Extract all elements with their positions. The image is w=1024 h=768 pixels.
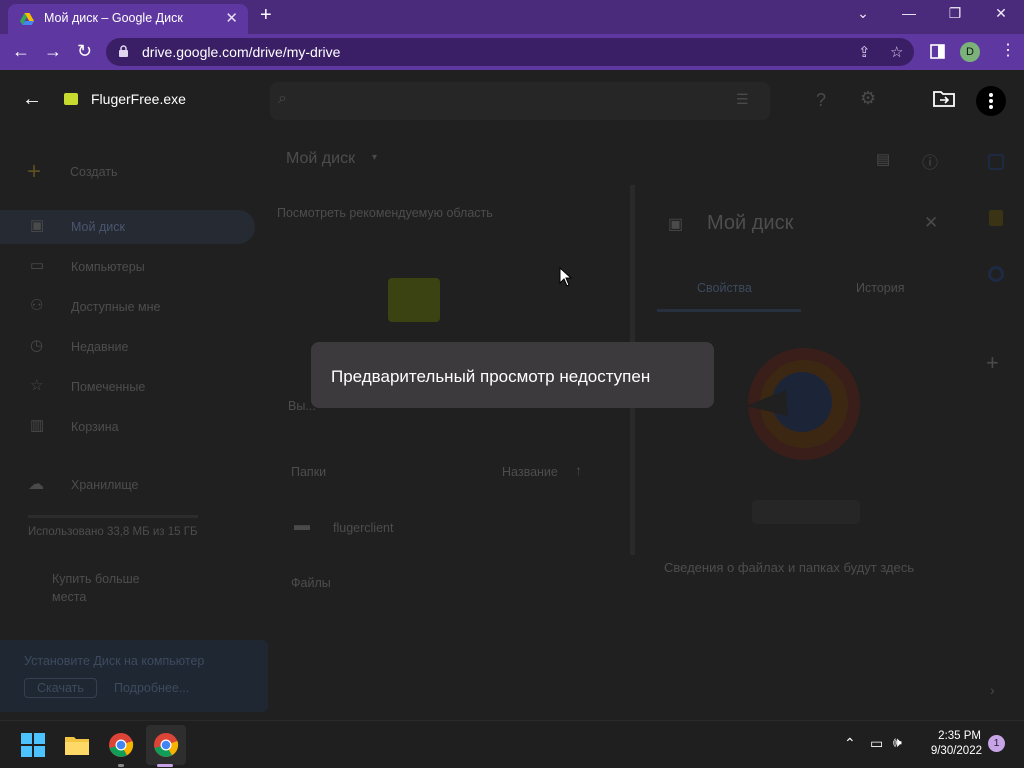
forward-icon[interactable]: →	[44, 41, 62, 62]
sort-by-name[interactable]: Название	[502, 465, 558, 479]
tab-properties[interactable]: Свойства	[697, 281, 752, 295]
tab-title: Мой диск – Google Диск	[44, 11, 183, 25]
reload-icon[interactable]: ↻	[77, 41, 92, 62]
folders-header: Папки	[291, 465, 327, 479]
details-empty-text: Сведения о файлах и папках будут здесь	[664, 560, 915, 575]
chrome-menu-icon[interactable]: ⋮	[1000, 40, 1016, 60]
settings-gear-icon[interactable]: ⚙	[860, 88, 876, 109]
details-title: Мой диск	[707, 212, 794, 234]
filter-icon[interactable]: ☰	[736, 91, 749, 108]
star-icon: ☆	[30, 377, 44, 394]
clock-time[interactable]: 2:35 PM	[931, 730, 981, 742]
drive-panel-icon: ▣	[668, 216, 684, 233]
network-icon[interactable]: ▭	[870, 735, 883, 752]
clock-date[interactable]: 9/30/2022	[920, 745, 982, 757]
keep-addon-icon[interactable]	[989, 210, 1003, 226]
tab-history[interactable]: История	[856, 281, 904, 295]
nav-starred[interactable]: Помеченные	[71, 380, 145, 394]
preview-back-icon[interactable]: ←	[22, 88, 42, 111]
nav-storage[interactable]: Хранилище	[71, 478, 139, 492]
search-icon: ⌕	[278, 90, 287, 107]
tab-search-icon[interactable]: ⌄	[851, 5, 875, 22]
people-icon: ⚇	[30, 297, 44, 314]
exe-file-icon	[64, 93, 78, 105]
files-header: Файлы	[291, 576, 331, 590]
install-drive-banner: Установите Диск на компьютер Скачать Под…	[0, 640, 268, 712]
mouse-cursor-icon	[559, 267, 573, 287]
chrome-profile-icon[interactable]	[152, 731, 180, 759]
browser-tab[interactable]: Мой диск – Google Диск ✕	[8, 4, 248, 34]
nav-recent[interactable]: Недавние	[71, 340, 128, 354]
url-text: drive.google.com/drive/my-drive	[142, 44, 341, 60]
expand-panel-icon[interactable]: ›	[990, 682, 995, 698]
new-tab-icon[interactable]: +	[260, 4, 272, 27]
nav-trash[interactable]: Корзина	[71, 420, 119, 434]
list-view-icon[interactable]: ▤	[876, 150, 890, 168]
browser-toolbar: ← → ↻ drive.google.com/drive/my-drive ⇪ …	[0, 34, 1024, 70]
profile-avatar[interactable]: D	[960, 42, 980, 62]
info-icon[interactable]: ⓘ	[922, 149, 938, 173]
google-drive-icon	[20, 13, 34, 25]
chevron-down-icon[interactable]: ▾	[372, 152, 377, 163]
close-tab-icon[interactable]: ✕	[225, 9, 238, 27]
download-button[interactable]: Скачать	[24, 678, 97, 698]
close-details-icon[interactable]: ✕	[924, 213, 938, 233]
preview-more-icon[interactable]	[976, 86, 1006, 116]
sort-arrow-icon[interactable]: ↑	[575, 462, 582, 478]
minimize-icon[interactable]: —	[897, 5, 921, 21]
nav-shared[interactable]: Доступные мне	[71, 300, 160, 314]
cloud-icon: ☁	[28, 476, 44, 493]
share-icon[interactable]: ⇪	[858, 43, 871, 61]
drive-search-bar[interactable]: ⌕ ☰	[270, 82, 770, 120]
clock-icon: ◷	[30, 337, 44, 354]
create-plus-icon: +	[27, 158, 42, 185]
show-hidden-icons[interactable]: ⌃	[844, 735, 856, 752]
computer-icon: ▭	[30, 257, 45, 274]
toast-message: Предварительный просмотр недоступен	[331, 367, 651, 386]
recommended-link[interactable]: Посмотреть рекомендуемую область	[277, 206, 493, 220]
lock-icon	[119, 45, 128, 57]
folder-icon: ▬	[294, 517, 310, 534]
tasks-addon-icon[interactable]	[988, 266, 1004, 282]
file-explorer-icon[interactable]	[63, 731, 91, 759]
buy-storage-link[interactable]: Купить больше места	[52, 570, 172, 606]
my-drive-icon: ▣	[30, 217, 45, 234]
windows-start-icon[interactable]	[19, 731, 47, 759]
move-to-folder-icon[interactable]	[933, 90, 955, 107]
address-bar[interactable]: drive.google.com/drive/my-drive ⇪ ☆	[106, 38, 914, 66]
bookmark-star-icon[interactable]: ☆	[890, 43, 903, 61]
details-illustration	[746, 348, 860, 460]
calendar-addon-icon[interactable]	[988, 154, 1004, 170]
create-button[interactable]: Создать	[70, 165, 118, 179]
windows-taskbar: ⌃ ▭ 🕪	[0, 720, 1024, 768]
folder-item[interactable]: flugerclient	[333, 521, 393, 535]
side-panel-icon[interactable]	[930, 44, 945, 59]
close-window-icon[interactable]: ✕	[989, 5, 1013, 22]
install-banner-text: Установите Диск на компьютер	[24, 654, 205, 668]
storage-used-text: Использовано 33,8 МБ из 15 ГБ	[28, 526, 198, 538]
suggested-file-thumb[interactable]	[388, 278, 440, 322]
add-addon-icon[interactable]: +	[986, 350, 999, 376]
trash-icon: ▥	[30, 417, 45, 434]
more-info-link[interactable]: Подробнее...	[114, 681, 189, 695]
breadcrumb[interactable]: Мой диск	[286, 150, 355, 168]
preview-unavailable-toast: Предварительный просмотр недоступен	[311, 342, 714, 408]
browser-tab-bar: Мой диск – Google Диск ✕ + ⌄ — ❐ ✕	[0, 0, 1024, 34]
tab-underline	[657, 309, 801, 312]
volume-icon[interactable]: 🕪	[893, 734, 902, 751]
help-icon[interactable]: ?	[816, 90, 826, 111]
chrome-icon[interactable]	[107, 731, 135, 759]
nav-computers[interactable]: Компьютеры	[71, 260, 145, 274]
restore-icon[interactable]: ❐	[943, 5, 967, 22]
back-icon[interactable]: ←	[12, 41, 30, 62]
notification-badge[interactable]: 1	[988, 735, 1005, 752]
nav-my-drive[interactable]: Мой диск	[71, 220, 125, 234]
preview-filename: FlugerFree.exe	[91, 91, 186, 107]
